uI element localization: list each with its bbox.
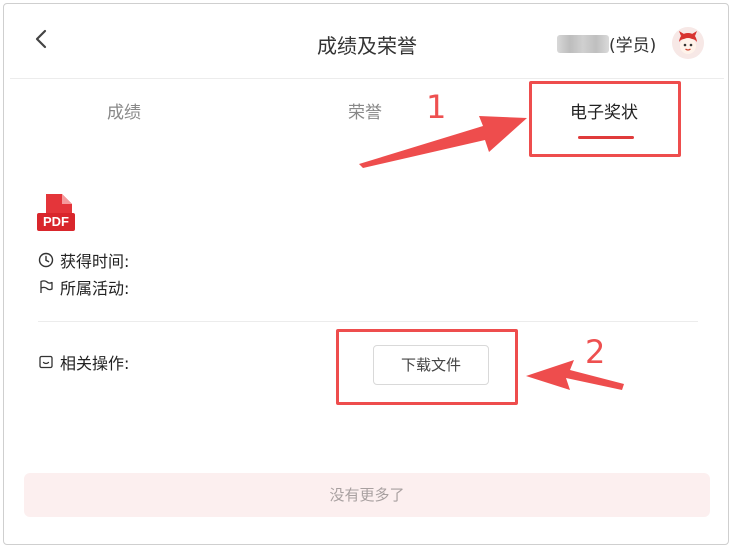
no-more-indicator: 没有更多了 bbox=[24, 473, 710, 517]
activity-label: 所属活动: bbox=[60, 279, 130, 298]
section-divider bbox=[38, 321, 698, 322]
operations-row: 相关操作: bbox=[38, 350, 129, 374]
cartoon-avatar-icon bbox=[672, 27, 704, 59]
tab-scores[interactable]: 成绩 bbox=[107, 98, 141, 123]
annotation-box-1 bbox=[529, 81, 681, 157]
header-divider bbox=[10, 78, 724, 79]
operation-icon bbox=[39, 355, 53, 369]
clock-icon bbox=[38, 252, 54, 268]
flag-icon bbox=[40, 280, 53, 293]
annotation-arrow-1-icon bbox=[359, 116, 527, 168]
user-info[interactable]: (学员) bbox=[557, 31, 656, 56]
operations-label: 相关操作: bbox=[60, 354, 130, 373]
pdf-type-badge: PDF bbox=[37, 213, 75, 231]
download-file-button[interactable]: 下载文件 bbox=[373, 345, 489, 385]
avatar[interactable] bbox=[672, 27, 704, 59]
obtained-time-label: 获得时间: bbox=[60, 252, 130, 271]
activity-row: 所属活动: bbox=[38, 275, 129, 299]
user-role: (学员) bbox=[609, 36, 657, 56]
obtained-time-row: 获得时间: bbox=[38, 248, 129, 272]
annotation-arrow-2-icon bbox=[526, 360, 624, 390]
blurred-username bbox=[557, 34, 609, 53]
